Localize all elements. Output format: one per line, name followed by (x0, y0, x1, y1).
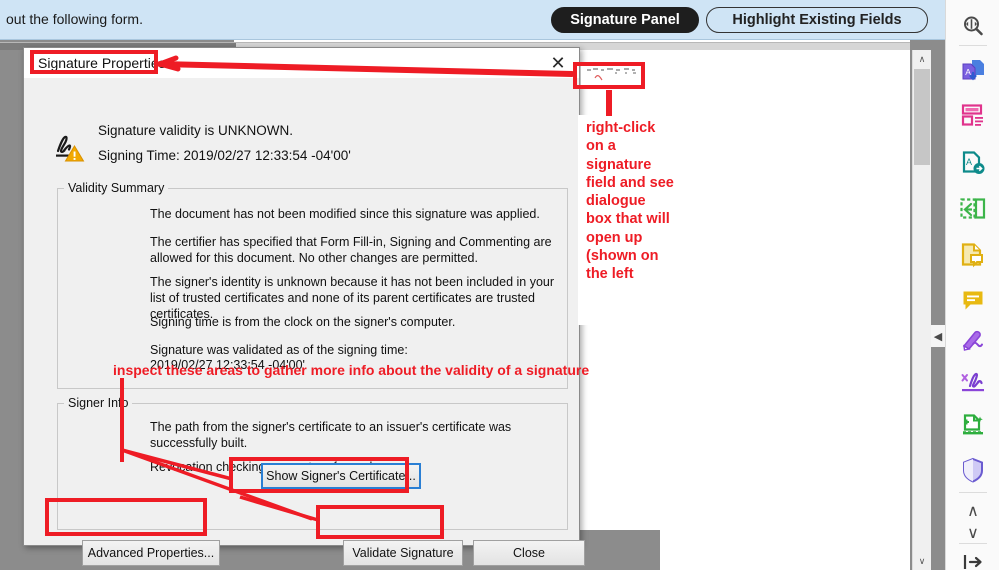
validity-paragraph-4: Signing time is from the clock on the si… (150, 315, 456, 329)
rail-divider (959, 492, 987, 493)
background-text-fragment: M (581, 267, 590, 278)
create-pdf-icon[interactable] (956, 98, 990, 132)
close-icon[interactable]: ✕ (547, 52, 569, 74)
protect-icon[interactable] (956, 453, 990, 487)
signature-warning-icon (52, 133, 86, 163)
validity-paragraph-5: Signature was validated as of the signin… (150, 343, 408, 357)
validity-paragraph-1: The document has not been modified since… (150, 207, 540, 221)
fill-and-sign-icon[interactable] (956, 323, 990, 357)
form-notification-bar: out the following form. Signature Panel … (0, 0, 945, 40)
comment-icon[interactable] (956, 283, 990, 317)
scroll-up-arrow-icon[interactable]: ∧ (913, 50, 931, 68)
validity-validated-timestamp: 2019/02/27 12:33:54 -04'00' (150, 358, 305, 372)
vertical-scrollbar-thumb[interactable] (914, 69, 930, 165)
validity-paragraph-2: The certifier has specified that Form Fi… (150, 235, 552, 265)
dialog-titlebar: Signature Properties ✕ (24, 48, 579, 78)
background-text-fragment: 0 (581, 131, 586, 142)
combine-files-icon[interactable] (956, 192, 990, 226)
background-text-fragment: ) (581, 188, 585, 199)
vertical-scrollbar[interactable]: ∧ ∨ (912, 50, 931, 570)
dialog-title: Signature Properties (38, 55, 166, 71)
collapse-panel-icon[interactable] (956, 545, 990, 570)
stamp-icon[interactable] (956, 408, 990, 442)
signer-info-legend: Signer Info (68, 396, 129, 410)
rail-divider (959, 543, 987, 544)
signature-validity-line: Signature validity is UNKNOWN. (98, 123, 294, 138)
advanced-properties-button[interactable]: Advanced Properties... (82, 540, 220, 566)
export-pdf-icon[interactable]: A (956, 53, 990, 87)
left-panel-collapse-arrow-icon[interactable]: ◀ (931, 325, 945, 347)
svg-text:A: A (966, 157, 972, 167)
tools-rail: A A ∧ ∨ (945, 0, 999, 570)
background-text-fragment: c (581, 216, 586, 227)
acrobat-window: out the following form. Signature Panel … (0, 0, 999, 570)
signature-panel-button[interactable]: Signature Panel (551, 7, 699, 33)
highlight-existing-fields-button[interactable]: Highlight Existing Fields (706, 7, 928, 33)
pdf-page-lower (660, 530, 910, 570)
signer-paragraph-1: The path from the signer's certificate t… (150, 420, 512, 450)
scroll-down-arrow-icon[interactable]: ∨ (913, 552, 931, 570)
rail-divider (959, 45, 987, 46)
search-icon[interactable] (956, 9, 990, 43)
signature-properties-dialog: Signature Properties ✕ Signature validit… (23, 47, 585, 566)
dialog-body: Signature validity is UNKNOWN. Signing T… (24, 78, 585, 566)
send-for-signature-icon[interactable] (956, 365, 990, 399)
show-signers-certificate-button[interactable]: Show Signer's Certificate... (261, 463, 421, 489)
edit-pdf-icon[interactable]: A (956, 146, 990, 180)
validate-signature-button[interactable]: Validate Signature (343, 540, 463, 566)
close-button[interactable]: Close (473, 540, 585, 566)
signing-time-line: Signing Time: 2019/02/27 12:33:54 -04'00… (98, 148, 351, 163)
comment-document-icon[interactable] (956, 238, 990, 272)
validity-summary-legend: Validity Summary (68, 181, 165, 195)
notification-message: out the following form. (6, 11, 143, 27)
